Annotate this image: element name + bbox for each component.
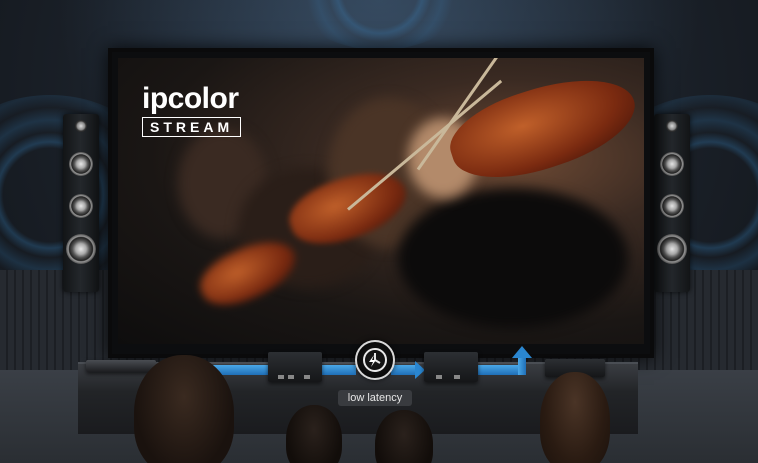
hdmi-extender-transmitter <box>268 352 322 382</box>
tweeter-icon <box>666 120 678 132</box>
viewer-head <box>540 372 610 463</box>
arrow-up-icon <box>512 346 532 358</box>
signal-flow-arrow <box>518 356 526 375</box>
woofer-icon <box>69 152 93 176</box>
brand-name: ipcolor <box>142 82 239 115</box>
left-speaker <box>63 114 99 292</box>
tweeter-icon <box>75 120 87 132</box>
woofer-icon <box>657 234 687 264</box>
right-speaker <box>654 114 690 292</box>
woofer-icon <box>66 234 96 264</box>
home-theater-scene: ipcolor STREAM low latency <box>0 0 758 463</box>
port <box>278 375 284 379</box>
musician-suit <box>398 188 628 328</box>
port <box>436 375 442 379</box>
hdmi-extender-receiver <box>424 352 478 382</box>
port <box>304 375 310 379</box>
woofer-icon <box>660 194 684 218</box>
port <box>288 375 294 379</box>
signal-flow-arrow <box>322 365 356 375</box>
television: ipcolor STREAM <box>108 48 654 358</box>
product-name: STREAM <box>142 117 242 137</box>
low-latency-badge: low latency <box>338 390 412 406</box>
woofer-icon <box>660 152 684 176</box>
clock-lightning-icon <box>355 340 395 380</box>
viewer-head <box>134 355 234 463</box>
source-player <box>86 360 156 372</box>
signal-flow-arrow <box>391 365 417 375</box>
tv-screen-violinists: ipcolor STREAM <box>118 58 644 344</box>
port <box>454 375 460 379</box>
brand-logo: ipcolor STREAM <box>142 82 242 137</box>
woofer-icon <box>69 194 93 218</box>
viewer-head <box>286 405 342 463</box>
